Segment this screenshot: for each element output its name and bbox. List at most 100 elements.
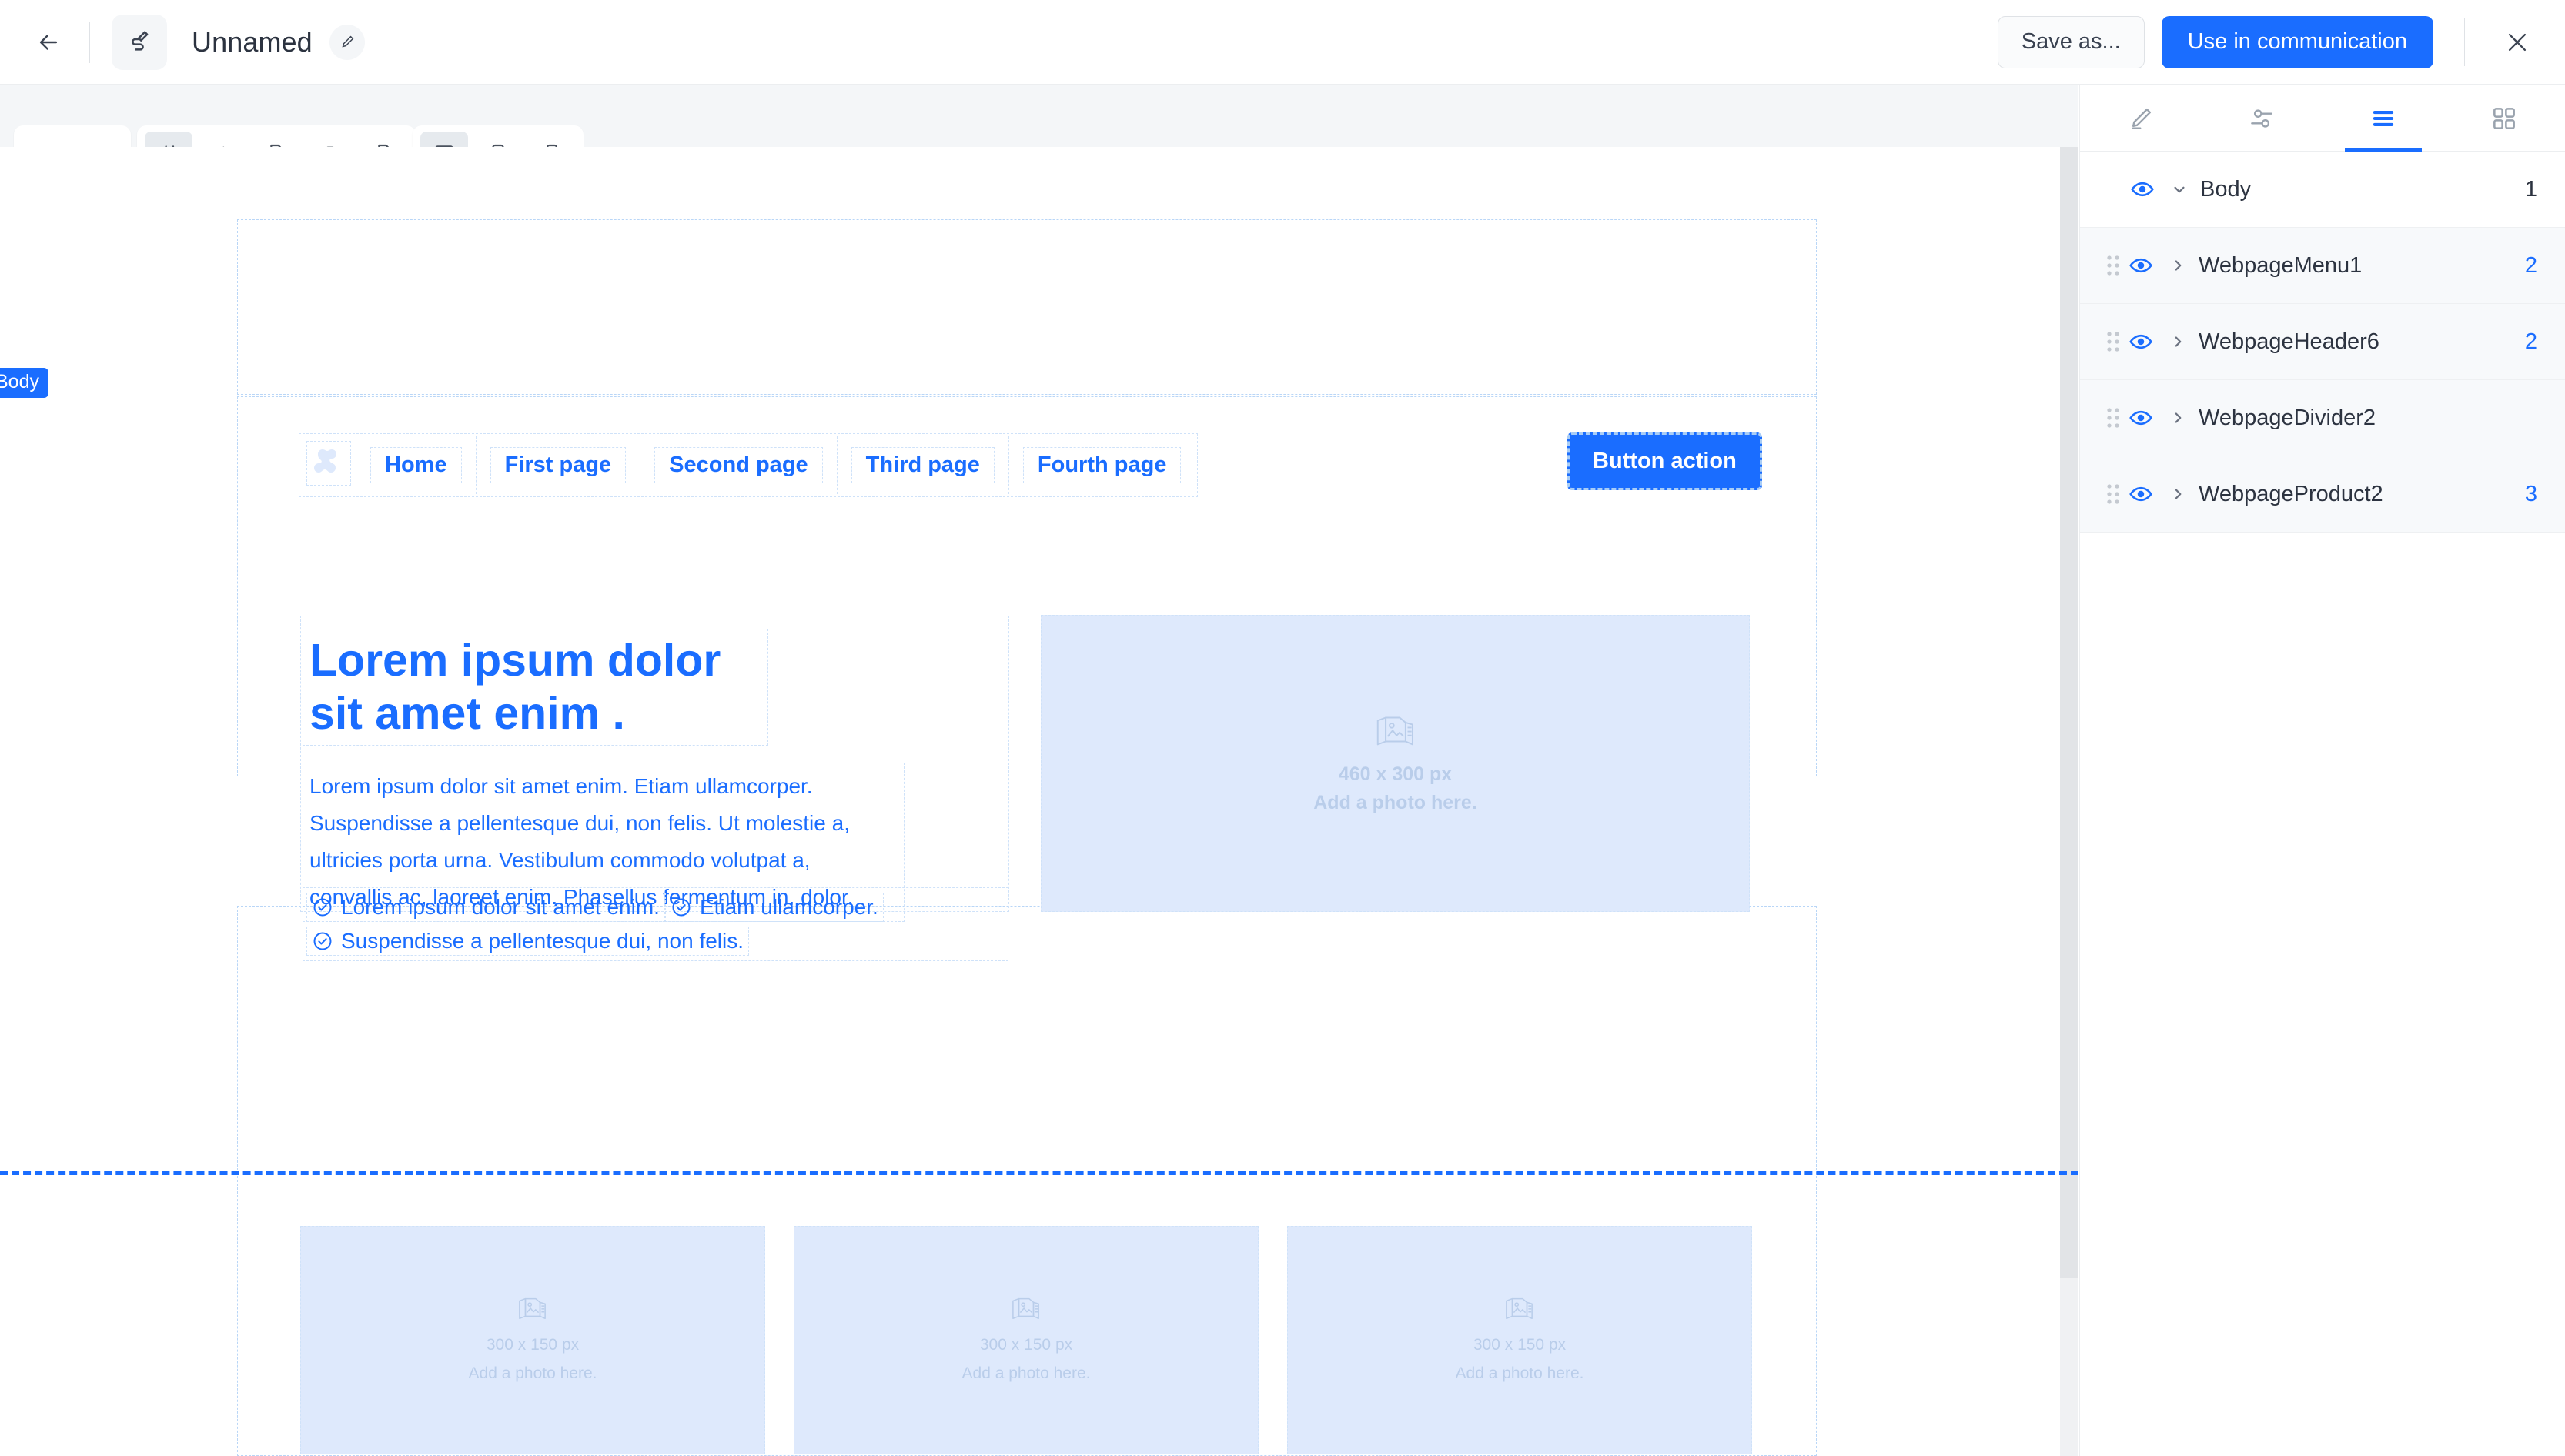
nav-item-first-page[interactable]: First page (490, 447, 627, 483)
layer-list: Body 1 WebpageMenu1 2 WebpageHeader6 2 W… (2080, 152, 2565, 533)
right-panel: Body 1 WebpageMenu1 2 WebpageHeader6 2 W… (2079, 85, 2565, 1456)
tab-layers[interactable] (2323, 85, 2444, 151)
visibility-toggle[interactable] (2129, 176, 2162, 202)
check-list-item-label: Lorem ipsum dolor sit amet enim. (341, 895, 660, 919)
expand-toggle[interactable] (2160, 332, 2195, 352)
product-image-size-label: 300 x 150 px (1473, 1335, 1567, 1354)
layer-name: WebpageDivider2 (2199, 405, 2376, 430)
canvas-scrollbar-thumb[interactable] (2060, 147, 2078, 1278)
layer-name: Body (2200, 176, 2252, 202)
save-as-button[interactable]: Save as... (1997, 15, 2145, 68)
design-pen-icon (132, 30, 149, 51)
product-image-placeholder[interactable]: 300 x 150 px Add a photo here. (300, 1226, 765, 1454)
chevron-down-icon (2174, 186, 2185, 193)
hero-text-column[interactable]: Lorem ipsum dolor sit amet enim . Lorem … (300, 616, 1009, 961)
body-selection-badge: Body (0, 368, 48, 398)
canvas-scrollbar[interactable] (2060, 147, 2078, 1456)
drag-handle[interactable] (2100, 406, 2126, 429)
divider (2464, 18, 2465, 66)
product-image-hint-label: Add a photo here. (961, 1364, 1091, 1382)
top-bar-actions: Save as... Use in communication (1997, 15, 2565, 68)
layer-row-webpagedivider2[interactable]: WebpageDivider2 (2080, 380, 2565, 456)
nav-item-second-page[interactable]: Second page (654, 447, 823, 483)
layer-count: 3 (2524, 481, 2537, 506)
tab-blocks[interactable] (2444, 85, 2565, 151)
chevron-right-icon (2175, 489, 2182, 499)
edit-pencil-icon (2132, 108, 2151, 129)
layer-row-webpageproduct2[interactable]: WebpageProduct2 3 (2080, 456, 2565, 533)
layer-name: WebpageProduct2 (2199, 481, 2383, 506)
grip-dots-icon (2107, 484, 2119, 504)
close-icon (2508, 33, 2527, 51)
eye-icon (2129, 258, 2152, 273)
layer-row-body[interactable]: Body 1 (2080, 152, 2565, 228)
tab-settings[interactable] (2202, 85, 2323, 151)
drag-handle[interactable] (2100, 330, 2126, 353)
nav-item-home[interactable]: Home (370, 447, 462, 483)
chevron-right-icon (2175, 412, 2182, 423)
visibility-toggle[interactable] (2128, 481, 2160, 507)
use-in-communication-button[interactable]: Use in communication (2161, 15, 2433, 68)
arrow-left-icon (39, 34, 58, 50)
button-action[interactable]: Button action (1567, 432, 1762, 490)
top-bar: Unnamed Save as... Use in communication (0, 0, 2565, 85)
visibility-toggle[interactable] (2128, 329, 2160, 355)
nav-cell: First page (475, 436, 640, 494)
document-type-icon[interactable] (112, 14, 167, 70)
layer-row-webpageheader6[interactable]: WebpageHeader6 2 (2080, 304, 2565, 380)
webpage-menu[interactable]: Home First page Second page Third page F… (299, 433, 1199, 497)
expand-toggle[interactable] (2162, 179, 2197, 199)
tab-edit[interactable] (2080, 85, 2202, 151)
eye-icon (2129, 410, 2152, 426)
product-image-size-label: 300 x 150 px (486, 1335, 580, 1354)
document-title: Unnamed (192, 25, 313, 58)
image-placeholder-icon (519, 1297, 546, 1319)
chevron-right-icon (2175, 260, 2182, 271)
rename-button[interactable] (329, 24, 365, 60)
image-placeholder-icon (1376, 716, 1413, 745)
layer-count: 1 (2524, 176, 2537, 202)
check-circle-icon (672, 898, 691, 917)
nav-item-fourth-page[interactable]: Fourth page (1022, 447, 1182, 483)
check-circle-icon (313, 932, 332, 950)
product-card[interactable]: 300 x 150 px Add a photo here. Product o… (300, 1226, 765, 1456)
check-list-item-label: Suspendisse a pellentesque dui, non feli… (341, 929, 744, 953)
hero-image-placeholder[interactable]: 460 x 300 px Add a photo here. (1041, 615, 1750, 912)
section-divider[interactable] (0, 1171, 2078, 1175)
design-canvas[interactable]: Body Home First page Second page Third p… (0, 147, 2078, 1456)
product-image-placeholder[interactable]: 300 x 150 px Add a photo here. (794, 1226, 1259, 1454)
visibility-toggle[interactable] (2128, 252, 2160, 279)
check-row: Suspendisse a pellentesque dui, non feli… (306, 927, 1005, 956)
product-image-placeholder[interactable]: 300 x 150 px Add a photo here. (1287, 1226, 1752, 1454)
product-image-size-label: 300 x 150 px (979, 1335, 1073, 1354)
grip-dots-icon (2107, 408, 2119, 428)
check-list-item[interactable]: Lorem ipsum dolor sit amet enim. (306, 893, 665, 922)
image-placeholder-icon (1012, 1297, 1039, 1319)
visibility-toggle[interactable] (2128, 405, 2160, 431)
product-card[interactable]: 300 x 150 px Add a photo here. Product t… (794, 1226, 1259, 1456)
drag-handle[interactable] (2100, 483, 2126, 506)
drag-handle[interactable] (2100, 254, 2126, 277)
eye-icon (2129, 334, 2152, 349)
layers-list-icon (2373, 110, 2393, 126)
nav-cell: Fourth page (1008, 436, 1196, 494)
logo-placeholder[interactable] (306, 441, 351, 486)
check-list-item[interactable]: Suspendisse a pellentesque dui, non feli… (306, 927, 750, 956)
expand-toggle[interactable] (2160, 484, 2195, 504)
blocks-grid-icon (2493, 107, 2516, 129)
back-button[interactable] (25, 18, 72, 66)
nav-item-third-page[interactable]: Third page (851, 447, 995, 483)
expand-toggle[interactable] (2160, 255, 2195, 276)
expand-toggle[interactable] (2160, 408, 2195, 428)
check-list-item[interactable]: Etiam ullamcorper. (664, 893, 884, 922)
hero-check-list[interactable]: Lorem ipsum dolor sit amet enim. Etiam u… (303, 887, 1008, 961)
layer-name: WebpageHeader6 (2199, 329, 2379, 354)
close-button[interactable] (2496, 21, 2539, 64)
product-card[interactable]: 300 x 150 px Add a photo here. Product t… (1287, 1226, 1752, 1456)
hero-heading[interactable]: Lorem ipsum dolor sit amet enim . (303, 629, 768, 746)
product-image-hint-label: Add a photo here. (468, 1364, 597, 1382)
section-menu[interactable] (237, 219, 1817, 395)
eye-icon (2131, 182, 2154, 197)
layer-row-webpagemenu1[interactable]: WebpageMenu1 2 (2080, 228, 2565, 304)
check-row: Lorem ipsum dolor sit amet enim. Etiam u… (306, 893, 1005, 922)
